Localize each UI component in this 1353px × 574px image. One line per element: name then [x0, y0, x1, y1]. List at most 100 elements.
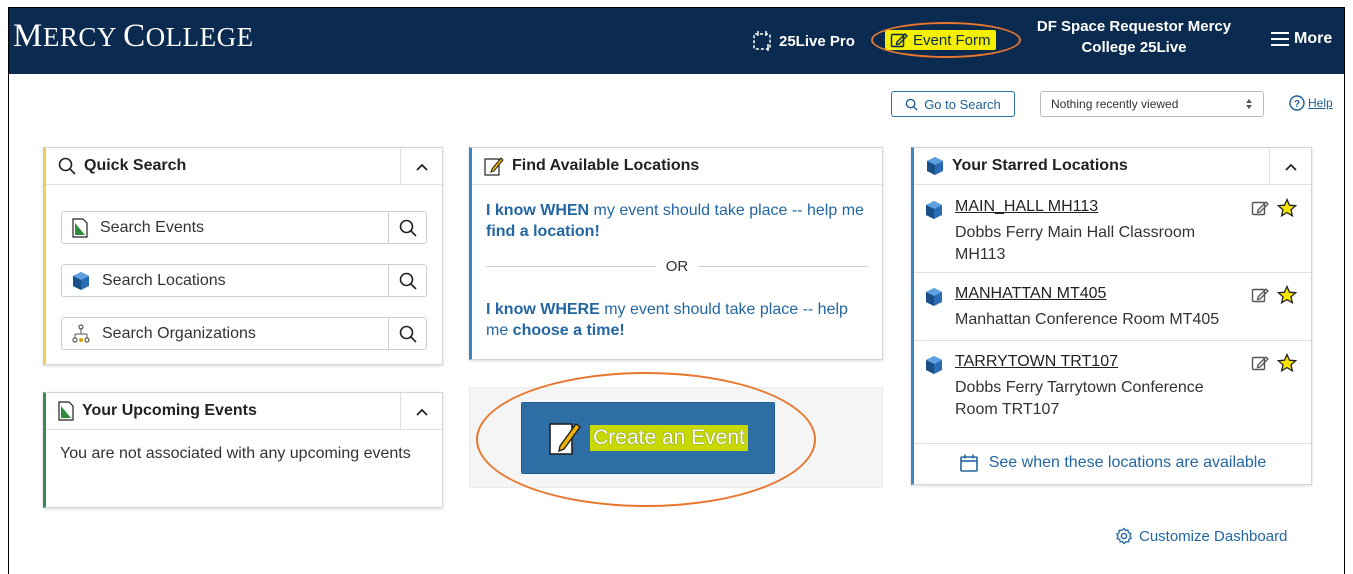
upcoming-events-header: Your Upcoming Events — [46, 393, 442, 430]
organization-icon — [72, 323, 90, 343]
help-label: Help — [1308, 96, 1333, 110]
starred-location-item: TARRYTOWN TRT107 Dobbs Ferry Tarrytown C… — [914, 341, 1311, 444]
select-arrows-icon — [1246, 99, 1252, 109]
location-actions — [1251, 285, 1297, 305]
chevron-up-icon — [415, 163, 428, 171]
find-locations-title: Find Available Locations — [512, 157, 700, 174]
logo-letter: M — [13, 18, 43, 54]
gear-icon — [1115, 527, 1133, 545]
user-name-line: College 25Live — [1081, 39, 1187, 56]
annotation-oval — [871, 22, 1021, 58]
go-to-search-button[interactable]: Go to Search — [891, 91, 1015, 117]
chevron-up-icon — [1284, 163, 1297, 171]
recently-viewed-value: Nothing recently viewed — [1051, 97, 1179, 111]
quick-search-header: Quick Search — [46, 148, 442, 185]
location-name-link[interactable]: MANHATTAN MT405 — [955, 285, 1106, 303]
upcoming-events-title: Your Upcoming Events — [82, 402, 257, 419]
user-name[interactable]: DF Space Requestor Mercy College 25Live — [1019, 16, 1249, 58]
search-locations-row[interactable]: Search Locations — [61, 264, 427, 297]
quick-search-title: Quick Search — [84, 157, 187, 174]
calendar-icon — [753, 31, 771, 51]
location-description: Dobbs Ferry Main Hall Classroom MH113 — [955, 224, 1196, 263]
collapse-button[interactable] — [400, 393, 442, 430]
customize-dashboard-link[interactable]: Customize Dashboard — [1115, 527, 1287, 545]
location-cube-icon — [926, 356, 942, 374]
location-cube-icon — [73, 271, 89, 290]
star-icon[interactable] — [1277, 285, 1297, 305]
upcoming-events-card: Your Upcoming Events You are not associa… — [43, 392, 443, 508]
nav-more-label: More — [1294, 30, 1333, 47]
event-doc-icon — [72, 217, 88, 238]
search-events-go[interactable] — [388, 212, 426, 243]
quick-search-card: Quick Search Search Events Search Locati… — [43, 147, 443, 365]
annotation-oval — [476, 372, 816, 507]
search-locations-label: Search Locations — [102, 271, 226, 289]
starred-locations-header: Your Starred Locations — [914, 148, 1311, 185]
search-icon — [399, 272, 417, 290]
location-actions — [1251, 353, 1297, 373]
collapse-button[interactable] — [1269, 148, 1311, 185]
mercy-college-logo[interactable]: MERCY COLLEGE — [13, 18, 254, 55]
go-to-search-label: Go to Search — [924, 96, 1001, 112]
see-availability-link[interactable]: See when these locations are available — [914, 442, 1311, 484]
logo-letter: C — [123, 18, 146, 54]
event-doc-icon — [58, 401, 74, 421]
starred-locations-card: Your Starred Locations MAIN_HALL MH113 D… — [911, 147, 1312, 485]
location-description: Manhattan Conference Room MT405 — [955, 311, 1220, 328]
choose-time-link[interactable]: choose a time! — [513, 322, 625, 339]
star-icon[interactable] — [1277, 353, 1297, 373]
help-link[interactable]: ? Help — [1289, 95, 1333, 111]
collapse-button[interactable] — [400, 148, 442, 185]
star-icon[interactable] — [1277, 198, 1297, 218]
starred-locations-title: Your Starred Locations — [952, 157, 1128, 174]
chevron-up-icon — [415, 408, 428, 416]
hamburger-icon — [1271, 32, 1289, 46]
top-navbar: MERCY COLLEGE 25Live Pro Event Form DF S… — [9, 8, 1344, 74]
edit-icon[interactable] — [1251, 354, 1269, 372]
when-text: my event should take place -- help me — [589, 202, 864, 219]
search-icon — [905, 98, 918, 111]
location-cube-icon — [927, 157, 943, 175]
help-circle-icon: ? — [1289, 95, 1305, 111]
starred-location-item: MANHATTAN MT405 Manhattan Conference Roo… — [914, 273, 1311, 341]
find-location-option[interactable]: I know WHEN my event should take place -… — [486, 200, 866, 242]
recently-viewed-select[interactable]: Nothing recently viewed — [1040, 91, 1264, 117]
location-cube-icon — [926, 288, 942, 306]
search-icon — [399, 325, 417, 343]
search-icon — [399, 219, 417, 237]
search-organizations-label: Search Organizations — [102, 324, 256, 342]
starred-location-item: MAIN_HALL MH113 Dobbs Ferry Main Hall Cl… — [914, 186, 1311, 273]
location-actions — [1251, 198, 1297, 218]
search-organizations-row[interactable]: Search Organizations — [61, 317, 427, 350]
customize-dashboard-label: Customize Dashboard — [1139, 527, 1288, 545]
search-locations-go[interactable] — [388, 265, 426, 296]
find-locations-header: Find Available Locations — [472, 148, 882, 185]
see-availability-label: See when these locations are available — [988, 454, 1267, 471]
find-locations-card: Find Available Locations I know WHEN my … — [469, 147, 883, 360]
pencil-note-icon — [484, 157, 504, 176]
location-name-link[interactable]: TARRYTOWN TRT107 — [955, 353, 1118, 371]
location-description: Dobbs Ferry Tarrytown Conference Room TR… — [955, 379, 1204, 418]
nav-25live-pro[interactable]: 25Live Pro — [752, 30, 855, 52]
or-divider: OR — [486, 258, 868, 275]
logo-text: ERCY — [42, 22, 124, 52]
nav-pro-label: 25Live Pro — [779, 32, 855, 50]
svg-text:?: ? — [1294, 99, 1300, 110]
upcoming-events-message: You are not associated with any upcoming… — [60, 445, 411, 462]
search-events-label: Search Events — [100, 218, 205, 236]
edit-icon[interactable] — [1251, 199, 1269, 217]
nav-more-menu[interactable]: More — [1271, 30, 1332, 48]
edit-icon[interactable] — [1251, 286, 1269, 304]
calendar-icon — [959, 454, 978, 472]
search-icon — [58, 157, 76, 175]
find-location-link[interactable]: find a location! — [486, 223, 600, 240]
search-events-row[interactable]: Search Events — [61, 211, 427, 244]
location-cube-icon — [926, 201, 942, 219]
search-organizations-go[interactable] — [388, 318, 426, 349]
logo-text: OLLEGE — [145, 22, 254, 52]
location-name-link[interactable]: MAIN_HALL MH113 — [955, 198, 1098, 216]
choose-time-option[interactable]: I know WHERE my event should take place … — [486, 299, 866, 341]
when-emphasis: I know WHEN — [486, 202, 590, 219]
user-name-line: DF Space Requestor Mercy — [1036, 18, 1232, 35]
or-label: OR — [665, 258, 689, 275]
